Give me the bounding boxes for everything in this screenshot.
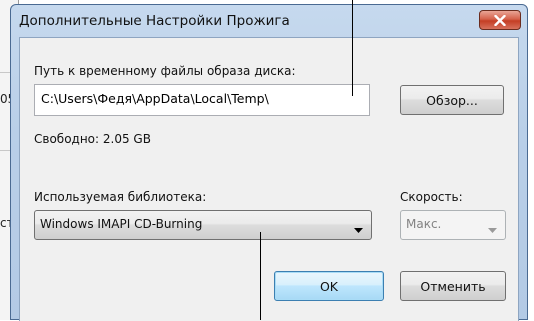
- title-bar[interactable]: Дополнительные Настройки Прожига: [11, 5, 527, 35]
- dialog-body: Путь к временному файлы образа диска: C:…: [19, 37, 519, 321]
- free-space-label: Свободно: 2.05 GB: [34, 132, 151, 146]
- dialog-title: Дополнительные Настройки Прожига: [19, 13, 290, 29]
- cancel-button[interactable]: Отменить: [400, 271, 506, 301]
- dropdown-arrow-icon: [488, 222, 497, 236]
- browse-button[interactable]: Обзор...: [400, 85, 504, 115]
- library-select[interactable]: Windows IMAPI CD-Burning: [34, 210, 372, 240]
- library-label: Используемая библиотека:: [34, 190, 207, 204]
- temp-path-label: Путь к временному файлы образа диска:: [34, 64, 296, 78]
- ok-button[interactable]: OK: [274, 271, 384, 301]
- burn-settings-dialog: Дополнительные Настройки Прожига Путь к …: [10, 4, 528, 321]
- annotation-pointer-line: [352, 0, 353, 96]
- close-button[interactable]: [479, 10, 521, 30]
- dropdown-arrow-icon: [354, 222, 363, 236]
- speed-label: Скорость:: [400, 190, 463, 204]
- annotation-pointer-line: [260, 232, 261, 320]
- close-x-icon: [494, 14, 506, 26]
- speed-select[interactable]: Макс.: [400, 210, 506, 240]
- temp-path-input[interactable]: C:\Users\Федя\AppData\Local\Temp\: [34, 84, 370, 116]
- library-select-value: Windows IMAPI CD-Burning: [40, 217, 203, 231]
- speed-select-value: Макс.: [406, 217, 442, 231]
